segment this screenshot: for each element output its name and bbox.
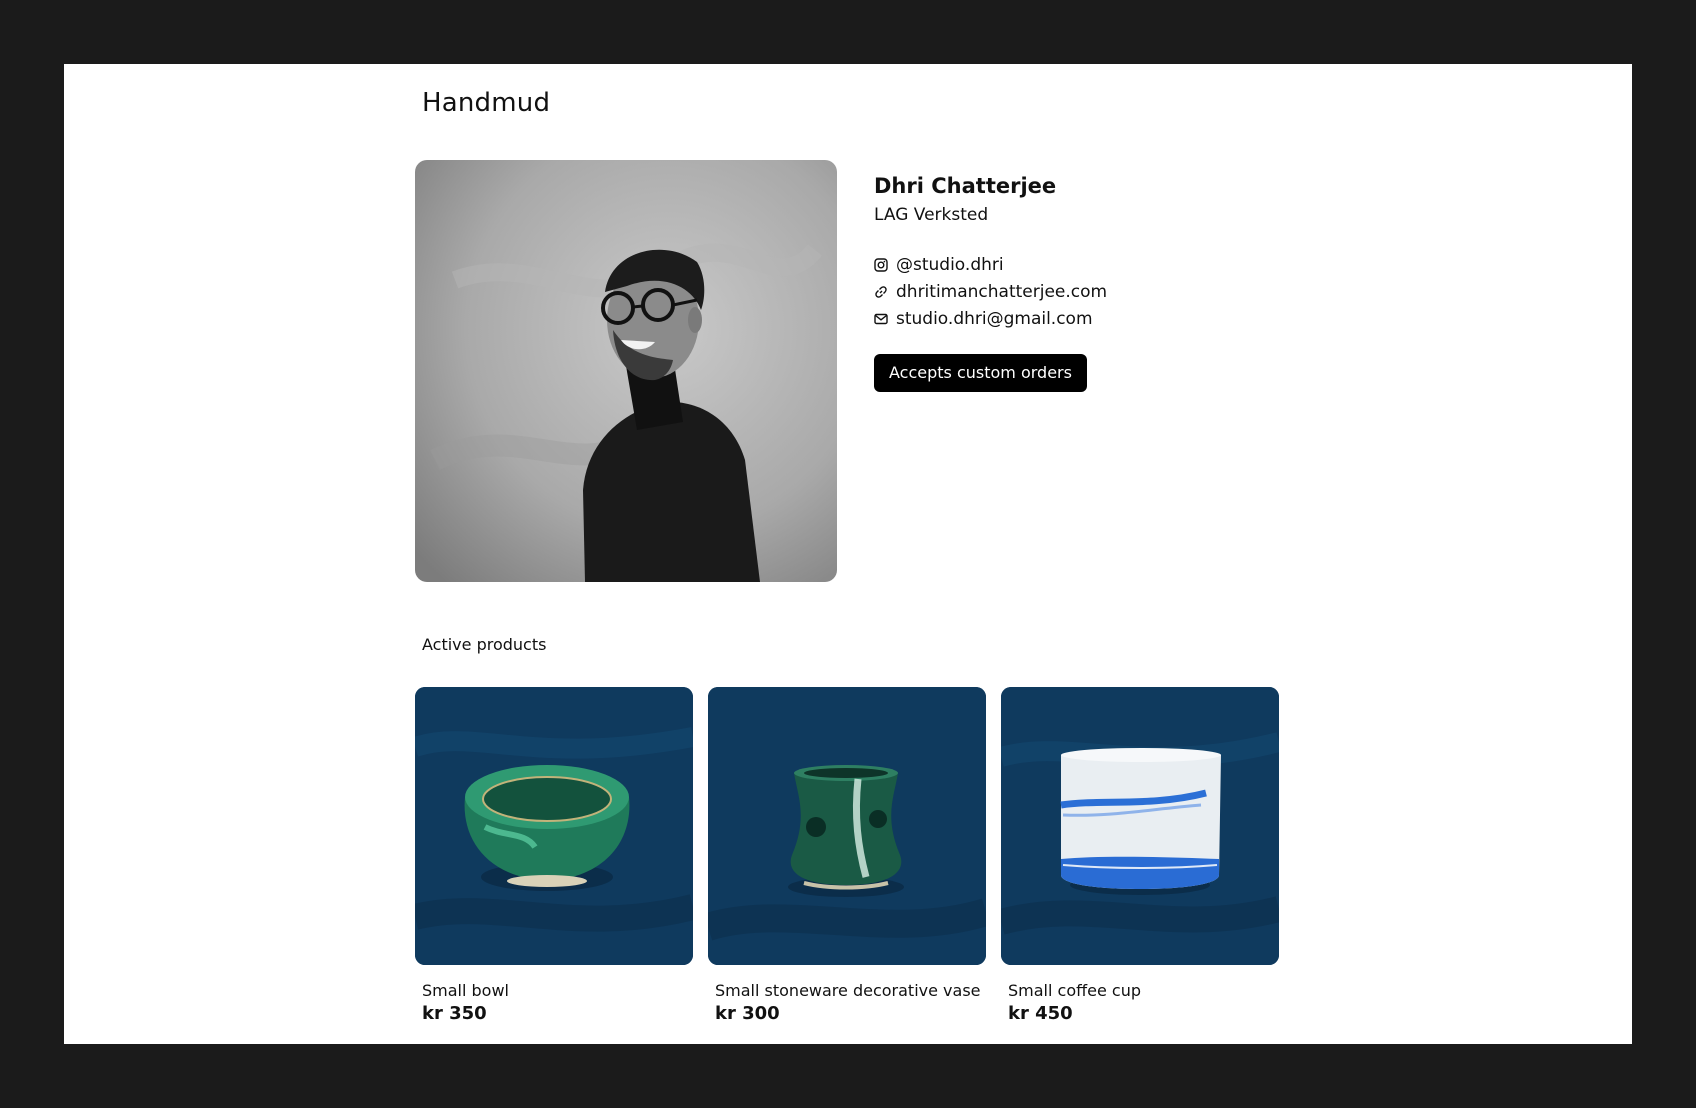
product-price: kr 450 xyxy=(1008,1003,1073,1024)
brand-logo[interactable]: Handmud xyxy=(422,88,550,118)
profile-photo xyxy=(415,160,837,582)
website-url: dhritimanchatterjee.com xyxy=(896,281,1108,302)
custom-orders-badge[interactable]: Accepts custom orders xyxy=(874,354,1087,392)
product-card[interactable]: Small bowl kr 350 xyxy=(415,687,693,1024)
product-title: Small bowl xyxy=(422,981,509,1000)
email-link[interactable]: studio.dhri@gmail.com xyxy=(874,305,1107,332)
maker-name: Dhri Chatterjee xyxy=(874,174,1057,198)
product-price: kr 300 xyxy=(715,1003,780,1024)
instagram-icon xyxy=(874,257,888,272)
product-image-bowl[interactable] xyxy=(415,687,693,965)
product-card[interactable]: Small coffee cup kr 450 xyxy=(1001,687,1279,1024)
product-title: Small coffee cup xyxy=(1008,981,1141,1000)
product-card[interactable]: Small stoneware decorative vase kr 300 xyxy=(708,687,986,1024)
contact-links: @studio.dhri dhritimanchatterjee.com stu… xyxy=(874,251,1107,332)
studio-name: LAG Verksted xyxy=(874,205,989,225)
active-products-heading: Active products xyxy=(422,635,547,654)
page-frame: Handmud Dhri Chatterjee LAG Verksted @st… xyxy=(64,64,1632,1044)
instagram-handle: @studio.dhri xyxy=(896,254,1004,275)
product-grid: Small bowl kr 350 Small stoneware decora… xyxy=(415,687,1279,1024)
product-price: kr 350 xyxy=(422,1003,487,1024)
link-icon xyxy=(874,285,888,299)
product-image-cup[interactable] xyxy=(1001,687,1279,965)
product-title: Small stoneware decorative vase xyxy=(715,981,981,1000)
email-address: studio.dhri@gmail.com xyxy=(896,308,1093,329)
profile-info: Dhri Chatterjee LAG Verksted @studio.dhr… xyxy=(874,174,1107,392)
mail-icon xyxy=(874,312,888,326)
product-image-vase[interactable] xyxy=(708,687,986,965)
instagram-link[interactable]: @studio.dhri xyxy=(874,251,1107,278)
website-link[interactable]: dhritimanchatterjee.com xyxy=(874,278,1107,305)
